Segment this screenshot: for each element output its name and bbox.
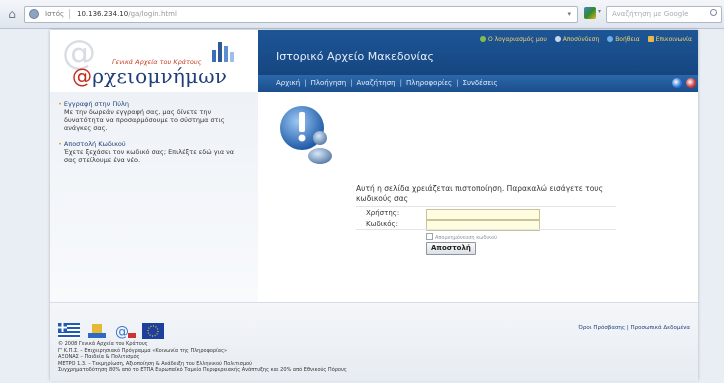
sidebar-item-register[interactable]: • Εγγραφή στην Πύλη Με την δωρεάν εγγραφή…: [58, 100, 238, 132]
home-icon[interactable]: ⌂: [4, 6, 20, 22]
sidebar-item-send-password[interactable]: • Αποστολή Κωδικού Έχετε ξεχάσει τον κωδι…: [58, 140, 238, 164]
url-text: 10.136.234.10/ga/login.html: [77, 8, 177, 20]
web-page: @ Γενικά Αρχεία του Κράτους @ρχειομνήμων…: [50, 30, 698, 381]
at-icon: @: [72, 64, 93, 88]
divider: [356, 206, 616, 207]
search-placeholder: Αναζήτηση με Google: [612, 10, 689, 18]
submit-button[interactable]: Αποστολή: [426, 242, 476, 255]
browser-toolbar: ⌂ Ιστός 10.136.234.10/ga/login.html ▾ ▾ …: [0, 0, 724, 29]
logo-title: @ρχειομνήμων: [72, 64, 227, 88]
password-label: Κωδικός:: [366, 220, 398, 228]
search-icon[interactable]: [710, 9, 717, 16]
logo-title-text: ρχειομνήμων: [92, 64, 228, 88]
nav-item-browse[interactable]: Πλοήγηση: [311, 79, 347, 87]
sidebar-item-title[interactable]: Αποστολή Κωδικού: [64, 140, 126, 148]
browser-search-input[interactable]: Αναζήτηση με Google: [606, 6, 722, 23]
svg-text:@: @: [115, 324, 129, 339]
language-english-icon[interactable]: [686, 78, 696, 88]
globe-icon: [29, 9, 39, 19]
bullet-icon: •: [58, 140, 62, 148]
footer: @ © 2008 Γενικά Αρχεία του Κράτους Γ' Κ.…: [50, 302, 698, 381]
sidebar-item-desc: Έχετε ξεχάσει τον κωδικό σας; Επιλέξτε ε…: [64, 148, 235, 164]
divider: [356, 229, 616, 230]
info-society-logo-icon: @: [115, 324, 136, 339]
top-link-contact[interactable]: Επικοινωνία: [647, 36, 692, 43]
chevron-down-icon[interactable]: ▾: [567, 8, 571, 20]
login-message: Αυτή η σελίδα χρειάζεται πιστοποίηση. Πα…: [356, 184, 604, 203]
url-divider: [69, 9, 70, 19]
bar-chart-logo-icon: [212, 42, 234, 62]
sidebar-item-title[interactable]: Εγγραφή στην Πύλη: [64, 100, 129, 108]
username-label: Χρήστης:: [366, 209, 400, 217]
user-icon: [479, 36, 486, 42]
remember-password[interactable]: Απομνημόνευση κωδικού: [426, 233, 497, 241]
greek-flag-icon: [58, 323, 80, 339]
eu-flag-icon: [142, 323, 164, 339]
help-icon: [607, 36, 614, 42]
page-title: Ιστορικό Αρχείο Μακεδονίας: [276, 50, 434, 63]
top-link-account[interactable]: Ο λογαριασμός μου: [479, 36, 547, 43]
language-greek-icon[interactable]: [672, 78, 682, 88]
sidebar: • Εγγραφή στην Πύλη Με την δωρεάν εγγραφή…: [50, 92, 259, 302]
url-host: 10.136.234.10: [77, 10, 129, 18]
mail-icon: [647, 36, 654, 42]
nav-item-home[interactable]: Αρχική: [276, 79, 300, 87]
nav-separator: |: [304, 79, 307, 87]
top-links: Ο λογαριασμός μου Αποσύνδεση Βοήθεια Επι…: [474, 36, 692, 43]
remember-label: Απομνημόνευση κωδικού: [435, 235, 497, 241]
ministry-logo-icon: [88, 324, 106, 338]
footer-links[interactable]: Όροι Πρόσβασης | Προσωπικά Δεδομένα: [578, 325, 690, 331]
sidebar-item-desc: Με την δωρεάν εγγραφή σας, μας δίνετε τη…: [64, 108, 225, 132]
nav-item-links[interactable]: Συνδέσεις: [463, 79, 498, 87]
site-logo[interactable]: @ Γενικά Αρχεία του Κράτους @ρχειομνήμων: [50, 30, 258, 92]
username-input[interactable]: [426, 209, 540, 220]
address-bar[interactable]: Ιστός 10.136.234.10/ga/login.html ▾: [24, 6, 578, 23]
logout-icon: [554, 36, 561, 42]
chevron-down-icon[interactable]: ▾: [598, 8, 601, 15]
nav-separator: |: [456, 79, 459, 87]
url-path: /ga/login.html: [128, 10, 177, 18]
site-header: Ο λογαριασμός μου Αποσύνδεση Βοήθεια Επι…: [258, 30, 698, 92]
nav-separator: |: [399, 79, 402, 87]
remember-checkbox[interactable]: [426, 233, 433, 240]
top-link-help[interactable]: Βοήθεια: [607, 36, 640, 43]
top-link-logout[interactable]: Αποσύνδεση: [554, 36, 599, 43]
user-warning-icon: [280, 106, 332, 164]
login-panel: Αυτή η σελίδα χρειάζεται πιστοποίηση. Πα…: [258, 92, 698, 302]
footer-credits: © 2008 Γενικά Αρχεία του Κράτους Γ' Κ.Π.…: [58, 341, 478, 374]
url-protocol: Ιστός: [45, 10, 65, 18]
nav-item-search[interactable]: Αναζήτηση: [357, 79, 396, 87]
search-engine-icon[interactable]: [584, 7, 596, 19]
nav-item-info[interactable]: Πληροφορίες: [406, 79, 452, 87]
footer-line: Συγχρηματοδότηση 80% από το ΕΤΠΑ Ευρωπαϊ…: [58, 367, 347, 373]
main-nav: Αρχική | Πλοήγηση | Αναζήτηση | Πληροφορίες | Συ…: [276, 79, 498, 87]
bullet-icon: •: [58, 100, 62, 108]
nav-separator: |: [350, 79, 353, 87]
